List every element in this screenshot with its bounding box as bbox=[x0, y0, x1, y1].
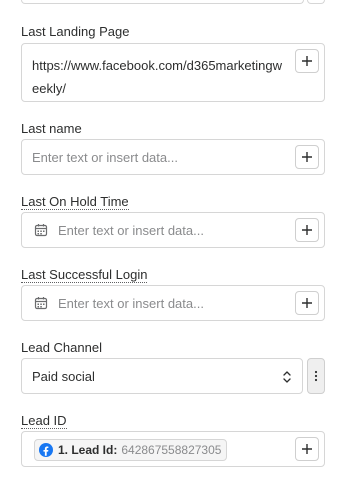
chevron-up-down-icon bbox=[283, 371, 291, 383]
calendar-icon bbox=[34, 297, 48, 310]
mapped-data-pill[interactable]: 1. Lead Id: 642867558827305 bbox=[34, 439, 228, 461]
field-label: Last On Hold Time bbox=[21, 194, 129, 210]
field-lead-id: Lead ID 1. Lead Id: 642867558827305 bbox=[21, 412, 325, 467]
calendar-icon bbox=[34, 224, 48, 237]
plus-icon bbox=[302, 298, 312, 308]
kebab-icon bbox=[314, 370, 318, 382]
field-label: Last Landing Page bbox=[21, 24, 130, 39]
field-last-successful-login: Last Successful Login Enter text or inse… bbox=[21, 266, 325, 321]
field-last-on-hold-time: Last On Hold Time Enter text or insert d… bbox=[21, 193, 325, 248]
last-successful-login-input[interactable]: Enter text or insert data... bbox=[21, 285, 325, 321]
insert-data-button[interactable] bbox=[295, 437, 319, 461]
insert-data-button[interactable] bbox=[295, 49, 319, 73]
field-label: Lead Channel bbox=[21, 340, 102, 355]
plus-icon bbox=[302, 152, 312, 162]
pill-value: 642867558827305 bbox=[121, 443, 222, 457]
last-on-hold-time-input[interactable]: Enter text or insert data... bbox=[21, 212, 325, 248]
input-value-line-2: eekly/ bbox=[32, 81, 66, 96]
previous-field-input[interactable] bbox=[21, 0, 304, 4]
select-value: Paid social bbox=[32, 369, 95, 384]
plus-icon bbox=[302, 225, 312, 235]
previous-field-add-button[interactable] bbox=[307, 0, 325, 4]
field-label: Last Successful Login bbox=[21, 267, 148, 283]
insert-data-button[interactable] bbox=[295, 218, 319, 242]
input-placeholder: Enter text or insert data... bbox=[32, 150, 178, 165]
pill-step-label: 1. Lead Id: bbox=[58, 443, 118, 457]
lead-channel-select[interactable]: Paid social bbox=[21, 358, 303, 394]
last-landing-page-input[interactable]: https://www.facebook.com/d365marketingw … bbox=[21, 43, 325, 102]
plus-icon bbox=[302, 444, 312, 454]
more-options-button[interactable] bbox=[307, 358, 325, 394]
plus-icon bbox=[302, 56, 312, 66]
input-value: https://www.facebook.com/d365marketingw … bbox=[32, 54, 282, 100]
field-lead-channel: Lead Channel Paid social bbox=[21, 339, 325, 394]
insert-data-button[interactable] bbox=[295, 145, 319, 169]
input-value-line-1: https://www.facebook.com/d365marketingw bbox=[32, 58, 283, 73]
lead-id-input[interactable]: 1. Lead Id: 642867558827305 bbox=[21, 431, 325, 467]
facebook-icon bbox=[39, 443, 53, 457]
field-last-landing-page: Last Landing Page https://www.facebook.c… bbox=[21, 23, 325, 102]
field-last-name: Last name Enter text or insert data... bbox=[21, 120, 325, 175]
input-placeholder: Enter text or insert data... bbox=[58, 223, 204, 238]
input-placeholder: Enter text or insert data... bbox=[58, 296, 204, 311]
last-name-input[interactable]: Enter text or insert data... bbox=[21, 139, 325, 175]
field-label: Lead ID bbox=[21, 413, 67, 429]
field-label: Last name bbox=[21, 121, 82, 136]
insert-data-button[interactable] bbox=[295, 291, 319, 315]
